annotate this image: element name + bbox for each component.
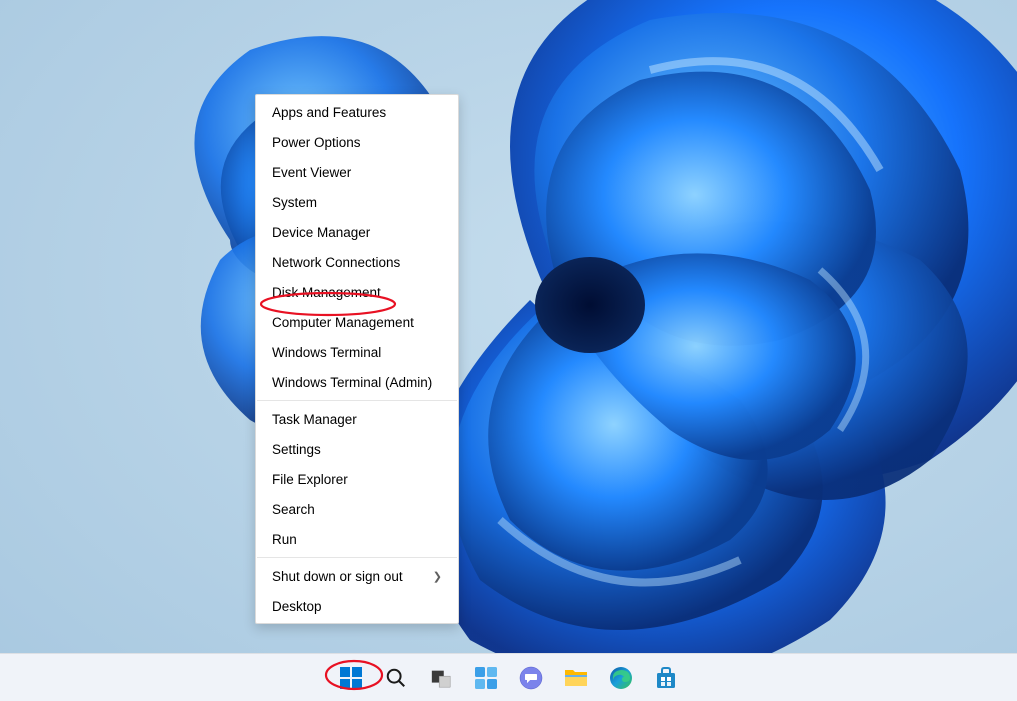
- menu-item-shutdown[interactable]: Shut down or sign out ❯: [256, 561, 458, 591]
- menu-item-desktop[interactable]: Desktop: [256, 591, 458, 621]
- menu-item-settings[interactable]: Settings: [256, 434, 458, 464]
- menu-item-label: Network Connections: [272, 255, 400, 270]
- menu-item-label: Power Options: [272, 135, 361, 150]
- menu-item-computer-management[interactable]: Computer Management: [256, 307, 458, 337]
- menu-item-label: Windows Terminal (Admin): [272, 375, 432, 390]
- menu-item-label: Disk Management: [272, 285, 381, 300]
- widgets-icon: [474, 666, 498, 690]
- store-icon: [654, 666, 678, 690]
- menu-item-windows-terminal[interactable]: Windows Terminal: [256, 337, 458, 367]
- widgets-button[interactable]: [466, 658, 506, 698]
- menu-item-label: Desktop: [272, 599, 322, 614]
- start-button[interactable]: [331, 658, 371, 698]
- menu-item-label: Run: [272, 532, 297, 547]
- menu-item-task-manager[interactable]: Task Manager: [256, 404, 458, 434]
- task-view-icon: [429, 666, 453, 690]
- menu-separator: [257, 557, 457, 558]
- file-explorer-button[interactable]: [556, 658, 596, 698]
- chat-button[interactable]: [511, 658, 551, 698]
- menu-item-run[interactable]: Run: [256, 524, 458, 554]
- menu-separator: [257, 400, 457, 401]
- menu-item-label: Event Viewer: [272, 165, 351, 180]
- search-button[interactable]: [376, 658, 416, 698]
- menu-item-label: File Explorer: [272, 472, 348, 487]
- menu-item-label: Apps and Features: [272, 105, 386, 120]
- menu-item-device-manager[interactable]: Device Manager: [256, 217, 458, 247]
- chevron-right-icon: ❯: [433, 570, 442, 583]
- menu-item-label: Device Manager: [272, 225, 370, 240]
- edge-button[interactable]: [601, 658, 641, 698]
- menu-item-system[interactable]: System: [256, 187, 458, 217]
- start-context-menu: Apps and Features Power Options Event Vi…: [255, 94, 459, 624]
- search-icon: [384, 666, 408, 690]
- menu-item-apps-features[interactable]: Apps and Features: [256, 97, 458, 127]
- menu-item-label: Windows Terminal: [272, 345, 381, 360]
- menu-item-power-options[interactable]: Power Options: [256, 127, 458, 157]
- menu-item-disk-management[interactable]: Disk Management: [256, 277, 458, 307]
- menu-item-network-connections[interactable]: Network Connections: [256, 247, 458, 277]
- menu-item-windows-terminal-admin[interactable]: Windows Terminal (Admin): [256, 367, 458, 397]
- menu-item-label: Task Manager: [272, 412, 357, 427]
- chat-icon: [519, 666, 543, 690]
- taskbar: [0, 653, 1017, 701]
- menu-item-label: Search: [272, 502, 315, 517]
- menu-item-file-explorer[interactable]: File Explorer: [256, 464, 458, 494]
- edge-icon: [609, 666, 633, 690]
- desktop-wallpaper: [0, 0, 1017, 701]
- store-button[interactable]: [646, 658, 686, 698]
- task-view-button[interactable]: [421, 658, 461, 698]
- file-explorer-icon: [564, 666, 588, 690]
- menu-item-label: System: [272, 195, 317, 210]
- menu-item-label: Settings: [272, 442, 321, 457]
- windows-start-icon: [339, 666, 363, 690]
- menu-item-search[interactable]: Search: [256, 494, 458, 524]
- menu-item-label: Computer Management: [272, 315, 414, 330]
- menu-item-label: Shut down or sign out: [272, 569, 403, 584]
- menu-item-event-viewer[interactable]: Event Viewer: [256, 157, 458, 187]
